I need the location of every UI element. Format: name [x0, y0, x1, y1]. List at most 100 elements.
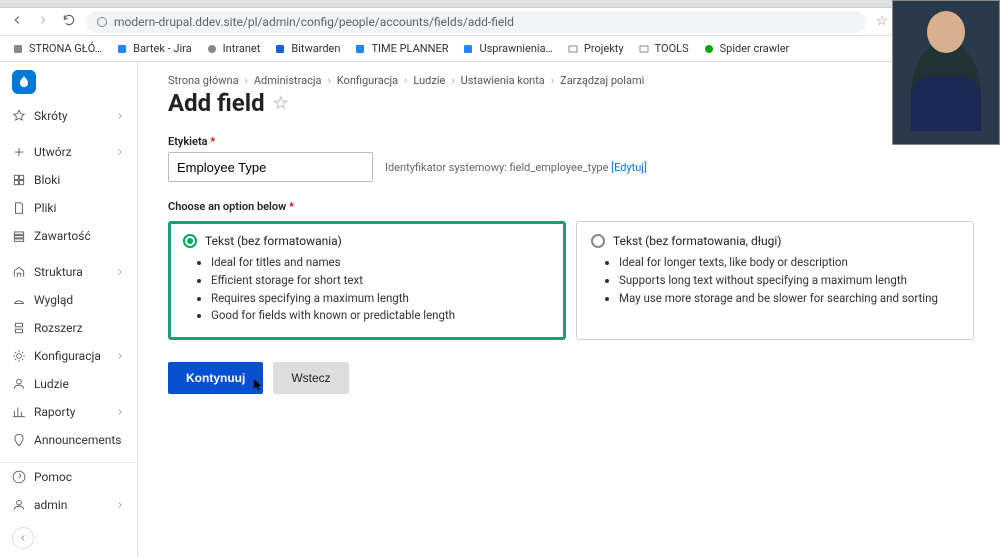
sidebar-item-label: Announcements: [34, 433, 121, 447]
back-button[interactable]: Wstecz: [273, 362, 348, 394]
chevron-right-icon: [115, 351, 125, 361]
sidebar-item-label: Raporty: [34, 405, 75, 419]
bookmark-item[interactable]: STRONA GŁÓ…: [12, 42, 102, 55]
label-field-label: Etykieta *: [168, 135, 974, 148]
breadcrumb: Strona główna › Administracja › Konfiguracja…: [168, 74, 974, 87]
sidebar-item-label: Pliki: [34, 201, 56, 215]
option-bullet: Efficient storage for short text: [211, 272, 551, 290]
browser-address-bar: modern-drupal.ddev.site/pl/admin/config/…: [0, 8, 1000, 36]
url-bar[interactable]: modern-drupal.ddev.site/pl/admin/config/…: [86, 11, 866, 33]
breadcrumb-link[interactable]: Administracja: [254, 74, 322, 87]
sidebar-item-label: Rozszerz: [34, 321, 83, 335]
radio-icon: [183, 234, 197, 248]
forward-icon[interactable]: [36, 13, 50, 31]
bookmark-item[interactable]: TOOLS: [638, 42, 689, 55]
sidebar-item-struktura[interactable]: Struktura: [0, 258, 137, 286]
sidebar-item-label: Ludzie: [34, 377, 69, 391]
option-bullet: Ideal for longer texts, like body or des…: [619, 254, 959, 272]
breadcrumb-link: Zarządzaj polami: [560, 74, 644, 87]
sidebar-item-pliki[interactable]: Pliki: [0, 194, 137, 222]
option-title: Tekst (bez formatowania, długi): [613, 234, 781, 248]
machine-name-edit-link[interactable]: [Edytuj]: [611, 161, 647, 174]
option-bullet: Requires specifying a maximum length: [211, 290, 551, 308]
continue-button[interactable]: Kontynuuj: [168, 362, 263, 394]
breadcrumb-separator: ›: [404, 74, 407, 87]
sidebar-item-wygląd[interactable]: Wygląd: [0, 286, 137, 314]
sidebar-collapse-button[interactable]: [12, 527, 34, 549]
sidebar-item-label: Struktura: [34, 265, 83, 279]
breadcrumb-link[interactable]: Konfiguracja: [337, 74, 398, 87]
bookmarks-bar: STRONA GŁÓ… Bartek - Jira Intranet Bitwa…: [0, 36, 1000, 62]
sidebar-item-label: Zawartość: [34, 229, 91, 243]
chevron-right-icon: [115, 267, 125, 277]
option-bullet: Ideal for titles and names: [211, 254, 551, 272]
bookmark-label: Spider crawler: [720, 42, 790, 55]
sidebar-item-konfiguracja[interactable]: Konfiguracja: [0, 342, 137, 370]
bookmark-label: STRONA GŁÓ…: [29, 42, 102, 55]
breadcrumb-separator: ›: [451, 74, 454, 87]
bookmark-item[interactable]: Projekty: [567, 42, 624, 55]
bookmark-item[interactable]: Usprawnienia…: [462, 42, 552, 55]
sidebar-item-label: admin: [34, 498, 67, 512]
choose-option-label: Choose an option below *: [168, 200, 974, 213]
option-bullet: May use more storage and be slower for s…: [619, 290, 959, 308]
sidebar-item-ludzie[interactable]: Ludzie: [0, 370, 137, 398]
chevron-right-icon: [115, 111, 125, 121]
bookmark-item[interactable]: Bitwarden: [274, 42, 340, 55]
breadcrumb-link[interactable]: Ludzie: [413, 74, 445, 87]
field-type-option[interactable]: Tekst (bez formatowania, długi) Ideal for…: [576, 221, 974, 340]
option-title: Tekst (bez formatowania): [205, 234, 342, 248]
option-bullet: Supports long text without specifying a …: [619, 272, 959, 290]
breadcrumb-link[interactable]: Ustawienia konta: [461, 74, 545, 87]
sidebar-item-label: Utwórz: [34, 145, 72, 159]
sidebar-item-utwórz[interactable]: Utwórz: [0, 138, 137, 166]
chevron-right-icon: [115, 147, 125, 157]
sidebar-item-skróty[interactable]: Skróty: [0, 102, 137, 130]
bookmark-item[interactable]: Intranet: [206, 42, 261, 55]
sidebar-item-label: Pomoc: [34, 470, 72, 484]
page-title-text: Add field: [168, 89, 265, 117]
field-type-option[interactable]: Tekst (bez formatowania) Ideal for titles…: [168, 221, 566, 340]
bookmark-label: TIME PLANNER: [371, 42, 448, 55]
sidebar-item-raporty[interactable]: Raporty: [0, 398, 137, 426]
label-input[interactable]: [168, 152, 373, 182]
chevron-right-icon: [115, 407, 125, 417]
sidebar-bottom-admin[interactable]: admin: [0, 491, 137, 519]
sidebar-item-label: Wygląd: [34, 293, 73, 307]
star-icon[interactable]: ☆: [876, 14, 888, 29]
breadcrumb-separator: ›: [551, 74, 554, 87]
admin-sidebar: Skróty Utwórz Bloki Pliki Zawartość Struktura…: [0, 62, 138, 557]
webcam-overlay: [892, 0, 1000, 145]
sidebar-item-rozszerz[interactable]: Rozszerz: [0, 314, 137, 342]
main-content: Strona główna › Administracja › Konfiguracja…: [138, 62, 1000, 557]
bookmark-label: Projekty: [584, 42, 624, 55]
url-text: modern-drupal.ddev.site/pl/admin/config/…: [114, 15, 514, 29]
reload-icon[interactable]: [62, 13, 76, 31]
sidebar-bottom-pomoc[interactable]: Pomoc: [0, 463, 137, 491]
bookmark-item[interactable]: Bartek - Jira: [116, 42, 192, 55]
sidebar-item-bloki[interactable]: Bloki: [0, 166, 137, 194]
browser-tab-strip: [0, 0, 1000, 8]
option-bullet: Good for fields with known or predictabl…: [211, 307, 551, 325]
sidebar-item-zawartość[interactable]: Zawartość: [0, 222, 137, 250]
favorite-star-icon[interactable]: ☆: [273, 93, 289, 114]
site-info-icon: [96, 16, 108, 28]
bookmark-label: Bitwarden: [291, 42, 340, 55]
sidebar-item-label: Skróty: [34, 109, 68, 123]
drupal-logo[interactable]: [12, 70, 36, 94]
breadcrumb-separator: ›: [245, 74, 248, 87]
sidebar-item-announcements[interactable]: Announcements: [0, 426, 137, 454]
bookmark-label: TOOLS: [655, 42, 689, 55]
bookmark-item[interactable]: TIME PLANNER: [354, 42, 448, 55]
sidebar-item-label: Konfiguracja: [34, 349, 101, 363]
bookmark-label: Intranet: [223, 42, 261, 55]
bookmark-label: Bartek - Jira: [133, 42, 192, 55]
breadcrumb-link[interactable]: Strona główna: [168, 74, 239, 87]
breadcrumb-separator: ›: [327, 74, 330, 87]
machine-name-text: Identyfikator systemowy: field_employee_…: [385, 161, 647, 174]
chevron-right-icon: [115, 500, 125, 510]
page-title: Add field ☆: [168, 89, 974, 117]
bookmark-label: Usprawnienia…: [479, 42, 552, 55]
back-icon[interactable]: [10, 13, 24, 31]
bookmark-item[interactable]: Spider crawler: [703, 42, 790, 55]
